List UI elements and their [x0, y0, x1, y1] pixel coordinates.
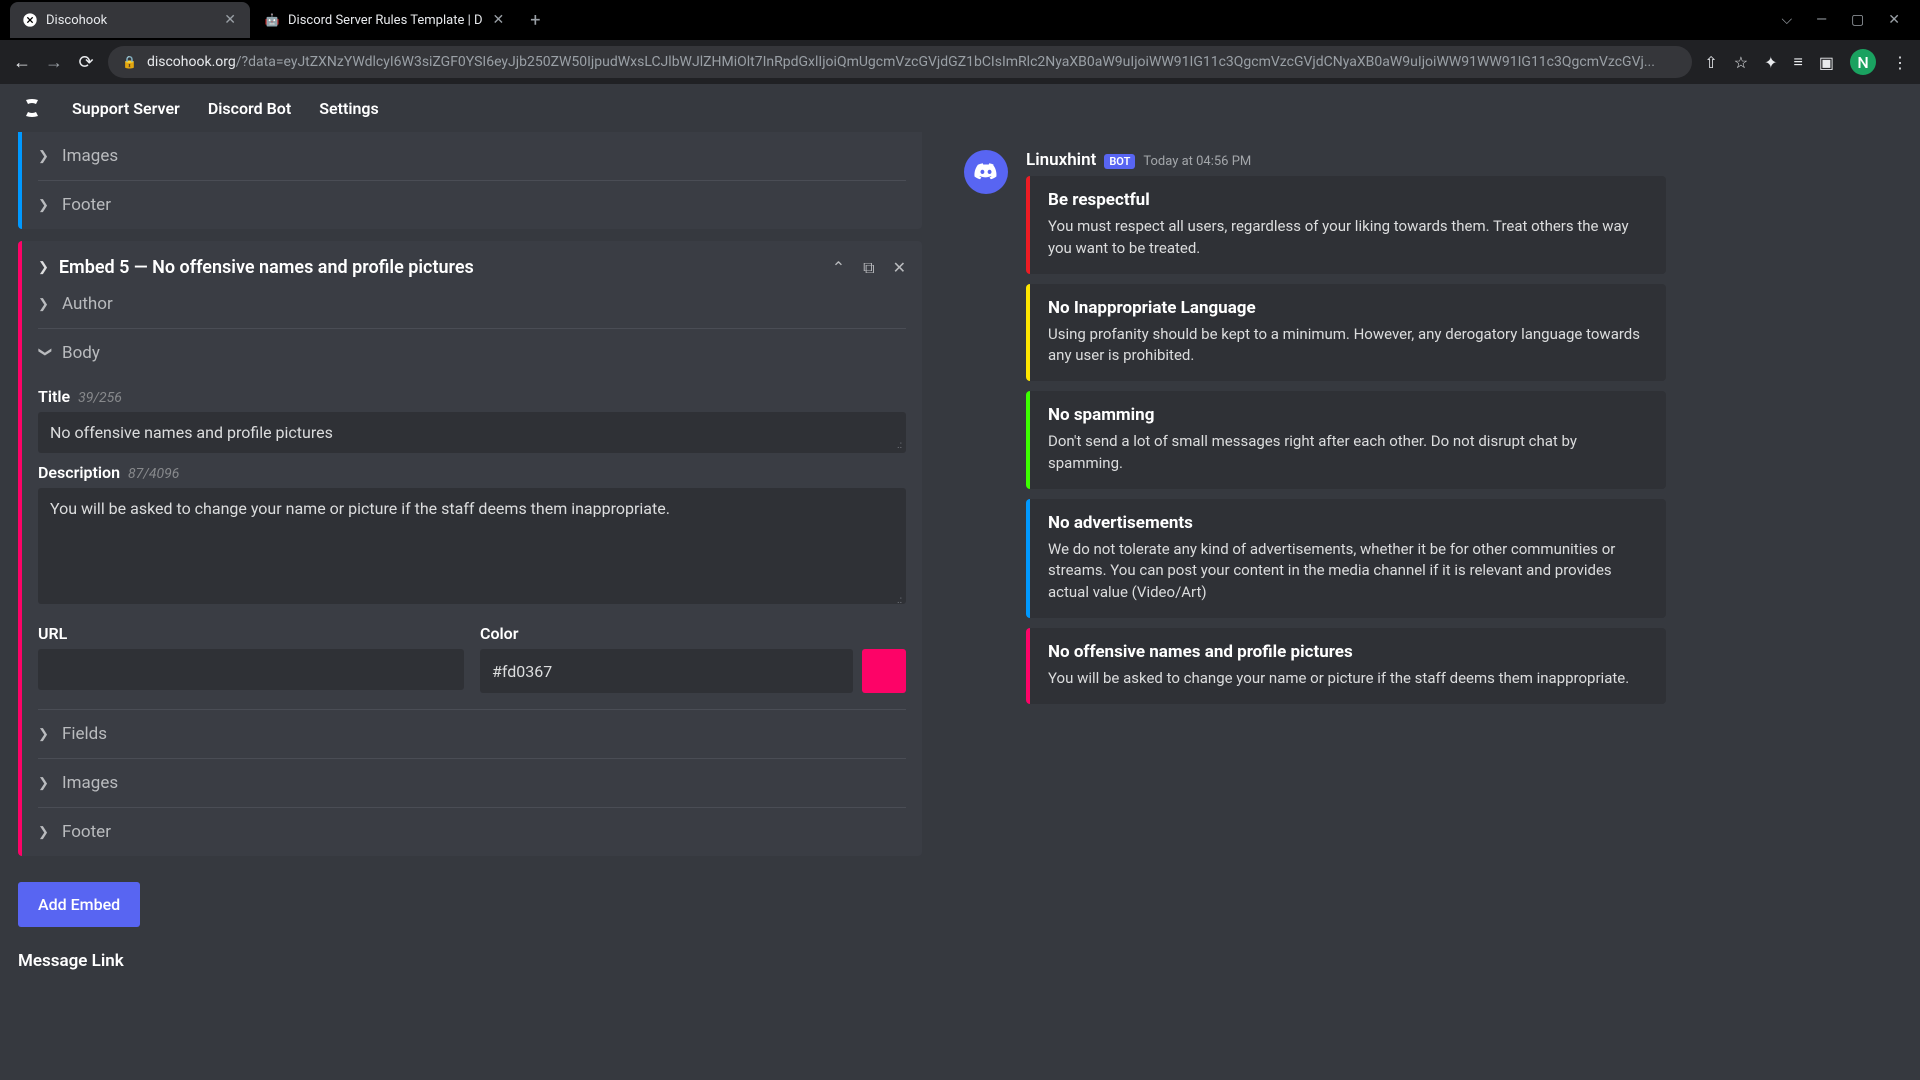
preview-embed-title: No offensive names and profile pictures — [1048, 642, 1648, 662]
lock-icon: 🔒 — [122, 55, 137, 69]
url-path: /?data=eyJtZXNzYWdlcyI6W3siZGF0YSI6eyJjb… — [236, 54, 1655, 70]
editor-pane: ❯ Images ❯ Footer ❯ Embed 5 — No offensi… — [0, 132, 940, 1080]
chevron-down-icon: ❯ — [38, 260, 49, 275]
preview-embed: No offensive names and profile pictures Y… — [1026, 628, 1666, 704]
section-label: Body — [62, 343, 100, 363]
extensions-icon[interactable]: ✦ — [1764, 53, 1777, 72]
section-label: Footer — [62, 195, 111, 215]
preview-embed-desc: Don't send a lot of small messages right… — [1048, 431, 1648, 475]
section-fields[interactable]: ❯ Fields — [22, 710, 922, 758]
nav-back-icon[interactable]: ← — [12, 52, 32, 73]
browser-tab[interactable]: 🤖 Discord Server Rules Template | D ✕ — [252, 2, 518, 38]
tab-dropdown-icon[interactable]: ⌵ — [1781, 12, 1792, 28]
tab-close-icon[interactable]: ✕ — [491, 12, 507, 28]
url-bar-row: ← → ⟳ 🔒 discohook.org/?data=eyJtZXNzYWdl… — [0, 40, 1920, 84]
minimize-icon[interactable]: — — [1816, 12, 1827, 28]
preview-embed: No advertisements We do not tolerate any … — [1026, 499, 1666, 618]
preview-embed-desc: We do not tolerate any kind of advertise… — [1048, 539, 1648, 604]
discord-icon — [973, 159, 999, 185]
add-embed-button[interactable]: Add Embed — [18, 882, 140, 927]
preview-embed-title: No Inappropriate Language — [1048, 298, 1648, 318]
preview-embed-title: No advertisements — [1048, 513, 1648, 533]
embed-title: Embed 5 — No offensive names and profile… — [59, 257, 822, 278]
section-body[interactable]: ❯ Body — [22, 329, 922, 377]
side-panel-icon[interactable]: ▣ — [1819, 53, 1834, 72]
app-header: Support Server Discord Bot Settings — [0, 84, 1920, 132]
browser-tab-active[interactable]: Discohook ✕ — [10, 2, 250, 38]
chevron-right-icon: ❯ — [38, 776, 52, 791]
preview-embed: No spamming Don't send a lot of small mes… — [1026, 391, 1666, 489]
section-label: Footer — [62, 822, 111, 842]
bookmark-icon[interactable]: ☆ — [1734, 53, 1748, 72]
tab-title: Discord Server Rules Template | D — [288, 13, 483, 28]
chrome-menu-icon[interactable]: ⋮ — [1892, 53, 1908, 72]
title-field-label: Title 39/256 — [38, 387, 906, 406]
color-field-label: Color — [480, 624, 906, 643]
url-input[interactable] — [38, 649, 464, 690]
section-label: Images — [62, 773, 118, 793]
section-images[interactable]: ❯ Images — [22, 759, 922, 807]
chevron-right-icon: ❯ — [38, 727, 52, 742]
url-field-label: URL — [38, 624, 464, 643]
preview-embed-title: No spamming — [1048, 405, 1648, 425]
reading-list-icon[interactable]: ≡ — [1794, 52, 1803, 72]
preview-embed-desc: You must respect all users, regardless o… — [1048, 216, 1648, 260]
app-logo-icon[interactable] — [20, 96, 44, 120]
delete-icon[interactable]: ✕ — [893, 258, 906, 277]
section-footer[interactable]: ❯ Footer — [22, 181, 922, 229]
profile-avatar[interactable]: N — [1850, 49, 1876, 75]
preview-embed: No Inappropriate Language Using profanity… — [1026, 284, 1666, 382]
nav-forward-icon[interactable]: → — [44, 52, 64, 73]
url-bar[interactable]: 🔒 discohook.org/?data=eyJtZXNzYWdlcyI6W3… — [108, 46, 1692, 78]
section-label: Fields — [62, 724, 107, 744]
section-label: Images — [62, 146, 118, 166]
desc-field-label: Description 87/4096 — [38, 463, 906, 482]
section-author[interactable]: ❯ Author — [22, 288, 922, 328]
embed-card-4-partial: ❯ Images ❯ Footer — [18, 132, 922, 229]
chevron-right-icon: ❯ — [38, 149, 52, 164]
color-swatch[interactable] — [862, 649, 906, 693]
section-label: Author — [62, 294, 113, 314]
embed-header[interactable]: ❯ Embed 5 — No offensive names and profi… — [22, 241, 922, 288]
preview-embed: Be respectful You must respect all users,… — [1026, 176, 1666, 274]
preview-pane: Linuxhint BOT Today at 04:56 PM Be respe… — [940, 132, 1920, 1080]
window-close-icon[interactable]: ✕ — [1888, 12, 1900, 28]
preview-timestamp: Today at 04:56 PM — [1143, 154, 1251, 169]
collapse-icon[interactable]: ⌃ — [832, 258, 845, 277]
chevron-right-icon: ❯ — [38, 297, 52, 312]
nav-support-server[interactable]: Support Server — [72, 99, 180, 118]
description-input[interactable]: You will be asked to change your name or… — [38, 488, 906, 604]
share-icon[interactable]: ⇧ — [1704, 53, 1717, 72]
section-footer[interactable]: ❯ Footer — [22, 808, 922, 856]
title-input[interactable] — [38, 412, 906, 453]
nav-settings[interactable]: Settings — [319, 99, 379, 118]
color-input[interactable] — [480, 649, 853, 693]
bot-badge: BOT — [1104, 154, 1135, 169]
tab-bar: Discohook ✕ 🤖 Discord Server Rules Templ… — [0, 0, 1920, 40]
section-images[interactable]: ❯ Images — [22, 132, 922, 180]
chevron-right-icon: ❯ — [38, 198, 52, 213]
chevron-down-icon: ❯ — [38, 346, 53, 360]
embed-card-5: ❯ Embed 5 — No offensive names and profi… — [18, 241, 922, 856]
new-tab-button[interactable]: + — [520, 10, 550, 31]
tab-close-icon[interactable]: ✕ — [222, 12, 238, 28]
preview-embed-desc: Using profanity should be kept to a mini… — [1048, 324, 1648, 368]
url-domain: discohook.org — [147, 54, 236, 70]
duplicate-icon[interactable]: ⧉ — [863, 258, 874, 278]
nav-reload-icon[interactable]: ⟳ — [76, 52, 96, 73]
tab-favicon — [22, 12, 38, 28]
desc-count: 87/4096 — [128, 466, 179, 482]
preview-embed-title: Be respectful — [1048, 190, 1648, 210]
preview-username: Linuxhint — [1026, 150, 1096, 170]
nav-discord-bot[interactable]: Discord Bot — [208, 99, 291, 118]
maximize-icon[interactable]: ▢ — [1851, 12, 1864, 28]
preview-embed-desc: You will be asked to change your name or… — [1048, 668, 1648, 690]
bot-avatar — [964, 150, 1008, 194]
chevron-right-icon: ❯ — [38, 825, 52, 840]
message-link-label: Message Link — [18, 951, 922, 971]
title-count: 39/256 — [78, 390, 122, 406]
tab-favicon: 🤖 — [264, 12, 280, 28]
tab-title: Discohook — [46, 13, 214, 28]
